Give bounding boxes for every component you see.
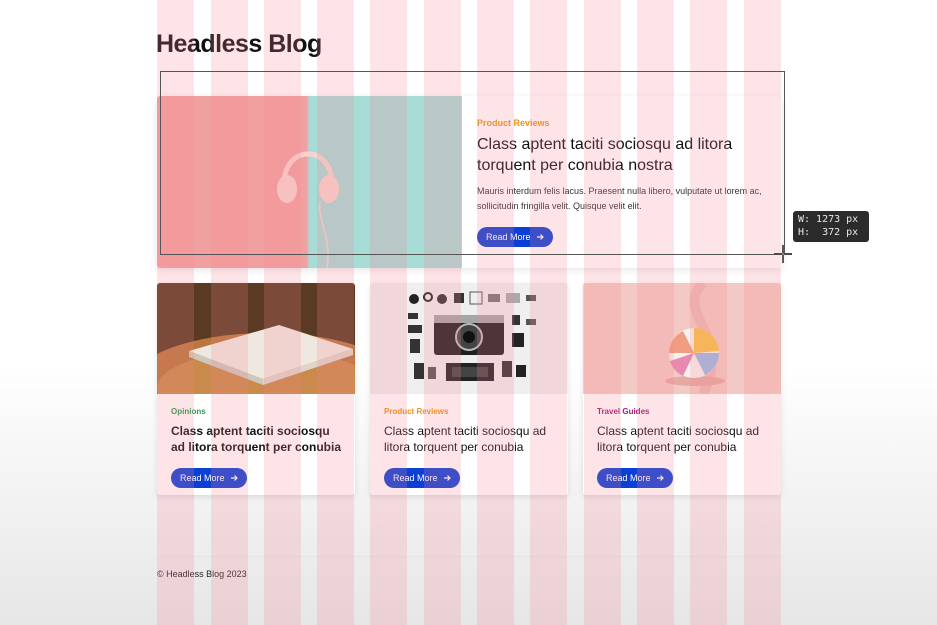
read-more-label: Read More [393, 473, 438, 483]
read-more-button[interactable]: Read More [384, 468, 460, 488]
measurement-tooltip: W: 1273 px H: 372 px [793, 211, 869, 242]
arrow-right-icon [656, 475, 664, 481]
measure-width: W: 1273 px [798, 214, 859, 225]
site-title[interactable]: Headless Blog [156, 30, 322, 59]
post-card-title[interactable]: Class aptent taciti sociosqu ad litora t… [171, 423, 346, 455]
measure-height: H: 372 px [798, 227, 859, 238]
post-card-image[interactable] [583, 283, 781, 394]
post-card-travel-guides[interactable]: Travel Guides Class aptent taciti socios… [583, 283, 781, 495]
arrow-right-icon [443, 475, 451, 481]
post-card-title[interactable]: Class aptent taciti sociosqu ad litora t… [597, 423, 772, 455]
post-card-opinions[interactable]: Opinions Class aptent taciti sociosqu ad… [157, 283, 355, 495]
footer-divider [157, 556, 782, 557]
book-on-table-image [157, 283, 355, 394]
read-more-button[interactable]: Read More [171, 468, 247, 488]
beach-ball-image [583, 283, 781, 394]
camera-flatlay-image [370, 283, 568, 394]
read-more-label: Read More [606, 473, 651, 483]
post-card-product-reviews[interactable]: Product Reviews Class aptent taciti soci… [370, 283, 568, 495]
post-card-category[interactable]: Product Reviews [384, 407, 559, 416]
post-card-title[interactable]: Class aptent taciti sociosqu ad litora t… [384, 423, 559, 455]
post-card-body: Opinions Class aptent taciti sociosqu ad… [171, 407, 346, 488]
post-card-body: Travel Guides Class aptent taciti socios… [597, 407, 772, 488]
post-card-category[interactable]: Opinions [171, 407, 346, 416]
post-card-body: Product Reviews Class aptent taciti soci… [384, 407, 559, 488]
post-card-category[interactable]: Travel Guides [597, 407, 772, 416]
read-more-label: Read More [180, 473, 225, 483]
post-card-image[interactable] [370, 283, 568, 394]
crosshair-icon[interactable] [773, 244, 793, 264]
read-more-button[interactable]: Read More [597, 468, 673, 488]
arrow-right-icon [230, 475, 238, 481]
footer-copyright: © Headless Blog 2023 [157, 569, 247, 579]
post-card-image[interactable] [157, 283, 355, 394]
selection-rectangle[interactable] [160, 71, 785, 255]
